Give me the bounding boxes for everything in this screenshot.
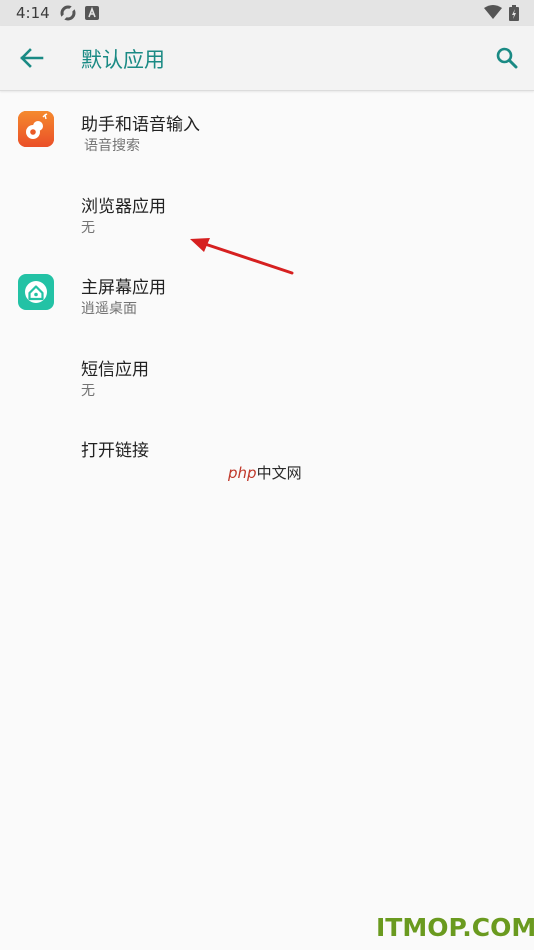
back-arrow-icon[interactable] (18, 46, 46, 70)
wifi-icon (484, 5, 502, 24)
item-title-browser: 浏览器应用 (81, 197, 166, 217)
php-watermark-php: php (228, 464, 257, 482)
sync-icon (59, 5, 77, 25)
item-title-home: 主屏幕应用 (81, 278, 166, 298)
search-icon[interactable] (494, 45, 520, 71)
assistant-app-icon (18, 111, 54, 147)
item-subtitle-browser: 无 (81, 220, 95, 236)
item-subtitle-assistant: 语音搜索 (84, 138, 140, 154)
status-time: 4:14 (16, 4, 50, 22)
item-title-assistant: 助手和语音输入 (81, 115, 200, 135)
battery-icon (509, 5, 519, 25)
list-item-assistant[interactable]: 助手和语音输入 语音搜索 (0, 90, 534, 170)
notification-a-icon (85, 5, 99, 24)
php-watermark-cn: 中文网 (256, 464, 302, 482)
item-subtitle-home: 逍遥桌面 (81, 301, 137, 317)
item-title-sms: 短信应用 (81, 360, 149, 380)
php-watermark: php中文网 (228, 462, 302, 483)
list-item-sms[interactable]: 短信应用 无 (0, 335, 534, 415)
page-title: 默认应用 (81, 48, 165, 72)
home-app-icon (18, 274, 54, 310)
status-bar: 4:14 (0, 0, 534, 26)
item-title-open-links: 打开链接 (81, 441, 149, 461)
itmop-watermark: ITMOP.COM (376, 913, 534, 942)
app-bar: 默认应用 (0, 26, 534, 91)
item-subtitle-sms: 无 (81, 383, 95, 399)
annotation-arrow (190, 238, 294, 275)
